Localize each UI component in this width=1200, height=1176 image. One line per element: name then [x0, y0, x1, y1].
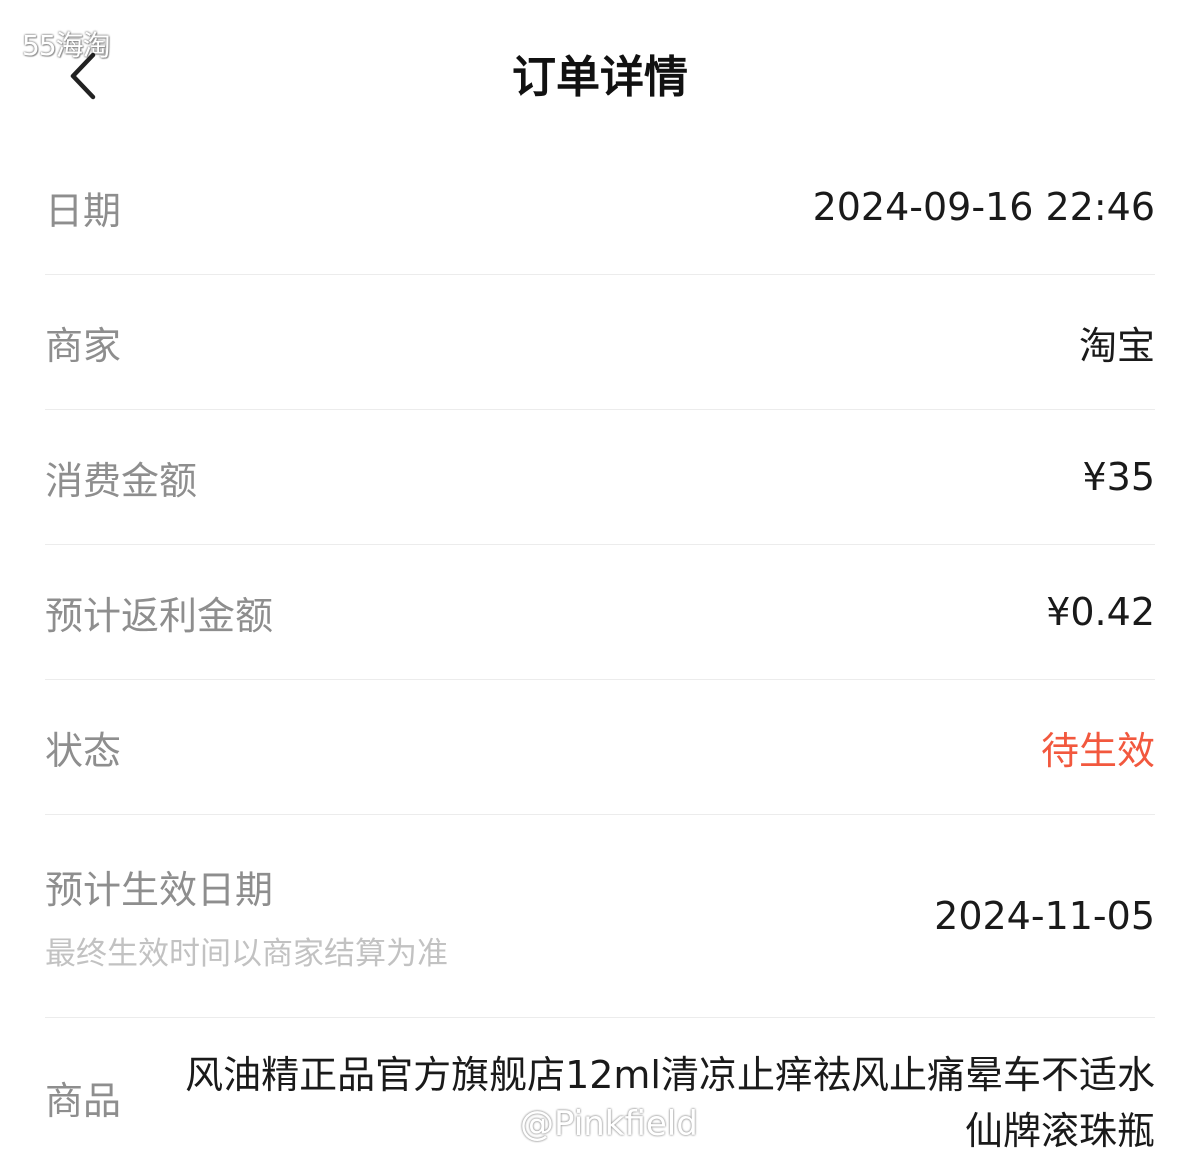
product-label: 商品: [45, 1078, 122, 1123]
rebate-value: ¥0.42: [1046, 590, 1155, 634]
amount-label: 消费金额: [45, 458, 198, 503]
row-rebate: 预计返利金额 ¥0.42: [45, 545, 1155, 680]
date-value: 2024-09-16 22:46: [812, 185, 1155, 229]
row-effective-date: 预计生效日期 最终生效时间以商家结算为准 2024-11-05: [45, 815, 1155, 1018]
status-badge: 待生效: [1040, 728, 1155, 773]
row-date: 日期 2024-09-16 22:46: [45, 140, 1155, 275]
row-status: 状态 待生效: [45, 680, 1155, 815]
row-amount: 消费金额 ¥35: [45, 410, 1155, 545]
row-product: 商品 风油精正品官方旗舰店12ml清凉止痒祛风止痛晕车不适水仙牌滚珠瓶: [45, 1018, 1155, 1176]
effective-note: 最终生效时间以商家结算为准: [45, 936, 448, 972]
effective-value: 2024-11-05: [934, 894, 1155, 938]
header-bar: 订单详情: [0, 0, 1200, 150]
watermark-pinkfield: @Pinkfield: [520, 1104, 698, 1144]
effective-label: 预计生效日期: [45, 868, 274, 912]
effective-label-group: 预计生效日期 最终生效时间以商家结算为准: [45, 859, 448, 973]
merchant-label: 商家: [45, 323, 122, 368]
date-label: 日期: [45, 188, 122, 233]
rebate-label: 预计返利金额: [45, 593, 274, 638]
status-label: 状态: [45, 728, 122, 773]
amount-value: ¥35: [1082, 455, 1155, 499]
page-title: 订单详情: [512, 52, 688, 103]
merchant-value: 淘宝: [1078, 323, 1155, 368]
row-merchant: 商家 淘宝: [45, 275, 1155, 410]
order-detail-list: 日期 2024-09-16 22:46 商家 淘宝 消费金额 ¥35 预计返利金…: [45, 140, 1155, 1176]
